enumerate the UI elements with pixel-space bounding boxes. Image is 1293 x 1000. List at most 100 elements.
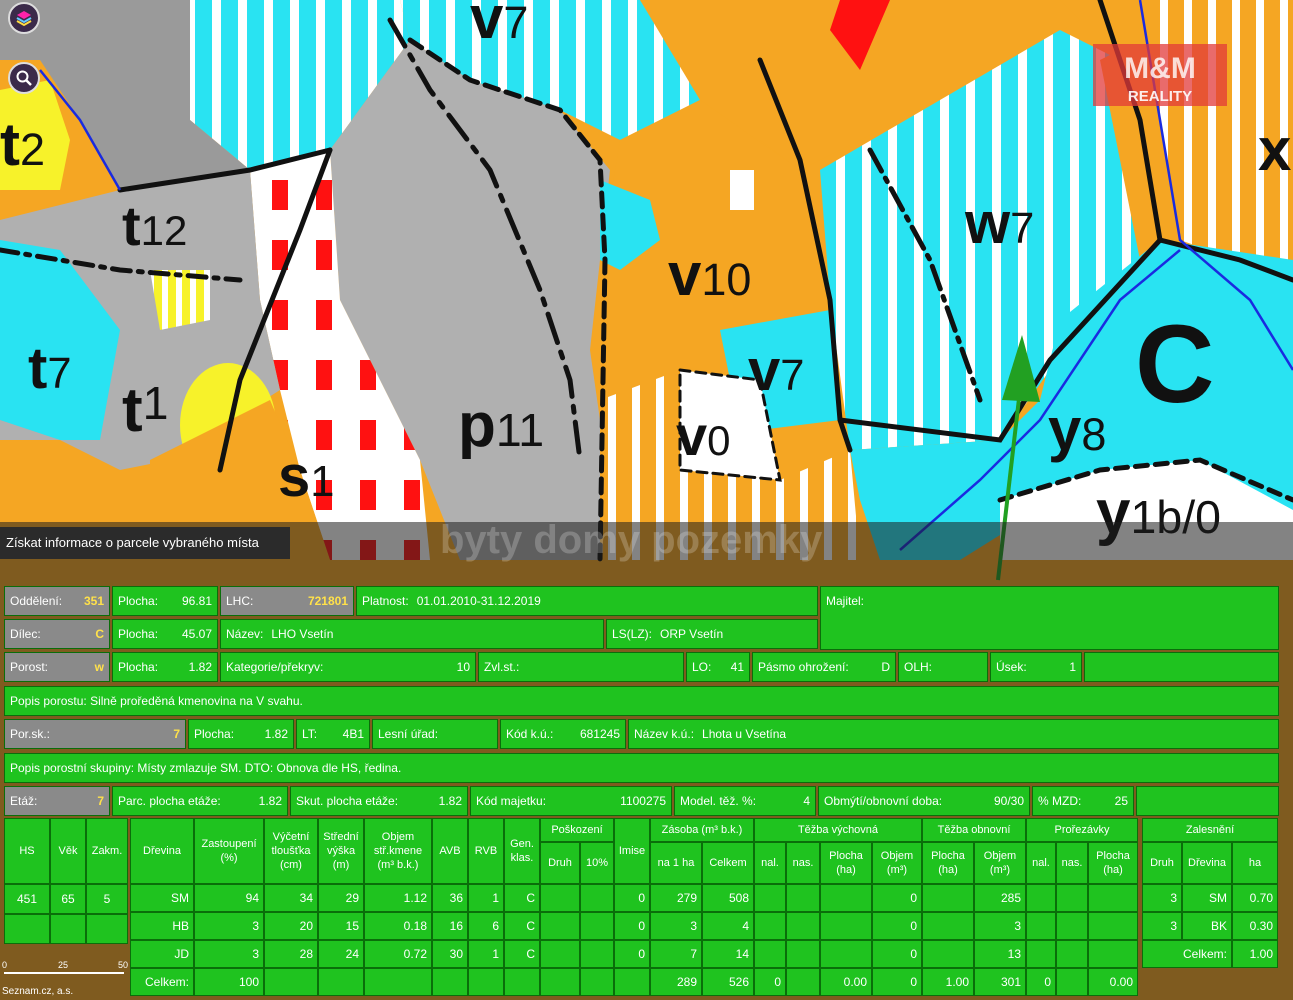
watermark-text: byty domy pozemky [440, 518, 823, 562]
etaz-cell: Etáž: 7 [4, 786, 110, 816]
row7-empty-cell [1136, 786, 1279, 816]
table-cell-tl: 28 [264, 940, 318, 968]
table-cell-ppl [1088, 940, 1138, 968]
platnost-cell: Platnost: 01.01.2010-31.12.2019 [356, 586, 818, 616]
table-cell-pnal [1026, 940, 1056, 968]
header-na1ha: na 1 ha [650, 842, 702, 884]
plocha-porost-cell: Plocha: 1.82 [112, 652, 218, 682]
table-cell-imise: 0 [614, 940, 650, 968]
layers-icon [16, 11, 32, 27]
table-cell-rvb: 1 [468, 940, 504, 968]
zalesneni-col-2: ha [1232, 842, 1278, 884]
table-cell-ppl [1088, 884, 1138, 912]
left-blank-2 [86, 914, 128, 944]
table-cell-avb: 36 [432, 884, 468, 912]
plocha-dilec-cell: Plocha: 45.07 [112, 619, 218, 649]
table-cell-tl: 34 [264, 884, 318, 912]
left-blank-1 [50, 914, 86, 944]
plocha-porsk-cell: Plocha: 1.82 [188, 719, 294, 749]
nazev-cell: Název: LHO Vsetín [220, 619, 604, 649]
header-oobj: Objem (m³) [974, 842, 1026, 884]
map-label-t12: t12 [122, 194, 188, 257]
table-cell-na1ha: 279 [650, 884, 702, 912]
zvl-st-cell: Zvl.st.: [478, 652, 684, 682]
table-cell-oobj: 3 [974, 912, 1026, 940]
table-cell-vnas [786, 940, 820, 968]
table-cell-obj: 0.18 [364, 912, 432, 940]
total-cell-vpl: 0.00 [820, 968, 872, 996]
popis-skupiny-cell: Popis porostní skupiny: Místy zmlazuje S… [4, 753, 1279, 783]
header-obj: Objem stř.kmene (m³ b.k.) [364, 818, 432, 884]
header-zasoba: Zásoba (m³ b.k.) [650, 818, 754, 842]
pasmo-cell: Pásmo ohrožení: D [752, 652, 896, 682]
zalesneni-total-label: Celkem: [1142, 940, 1232, 968]
total-cell-opl: 1.00 [922, 968, 974, 996]
zalesneni-drevina: BK [1182, 912, 1232, 940]
porsk-cell: Por.sk.: 7 [4, 719, 186, 749]
header-vnal: nal. [754, 842, 786, 884]
header-pnas: nas. [1056, 842, 1088, 884]
map-label-c: C [1135, 303, 1215, 426]
map-label-t2: t2 [0, 111, 46, 178]
table-cell-druh [540, 912, 580, 940]
map-label-v7-top: v7 [470, 0, 529, 51]
dilec-cell: Dílec: C [4, 619, 110, 649]
total-cell-obj [364, 968, 432, 996]
total-cell-pnas [1056, 968, 1088, 996]
table-cell-vobj: 0 [872, 940, 922, 968]
kod-ku-cell: Kód k.ú.: 681245 [500, 719, 626, 749]
total-cell-oobj: 301 [974, 968, 1026, 996]
zalesneni-ha: 0.30 [1232, 912, 1278, 940]
header-zast: Zastoupení (%) [194, 818, 264, 884]
table-cell-opl [922, 912, 974, 940]
total-cell-p10 [580, 968, 614, 996]
zalesneni-col-0: Druh [1142, 842, 1182, 884]
kategorie-cell: Kategorie/překryv: 10 [220, 652, 476, 682]
realty-logo: M&M REALITY [1093, 44, 1227, 106]
left-value-0: 451 [4, 884, 50, 914]
total-cell-celk: 526 [702, 968, 754, 996]
info-panel-title: Získat informace o parcele vybraného mís… [0, 527, 290, 559]
table-cell-drevina: HB [130, 912, 194, 940]
porost-cell: Porost: w [4, 652, 110, 682]
table-cell-pnal [1026, 912, 1056, 940]
zalesneni-header: Zalesnění [1142, 818, 1278, 842]
header-drevina: Dřevina [130, 818, 194, 884]
table-cell-vnal [754, 884, 786, 912]
header-vy: Střední výška (m) [318, 818, 364, 884]
total-cell-avb [432, 968, 468, 996]
total-cell-zast: 100 [194, 968, 264, 996]
table-cell-vnal [754, 940, 786, 968]
left-blank-0 [4, 914, 50, 944]
row3-empty-cell [1084, 652, 1279, 682]
map-label-p11: p11 [458, 391, 545, 460]
total-cell-pnal: 0 [1026, 968, 1056, 996]
table-cell-gen: C [504, 912, 540, 940]
zoom-button[interactable] [8, 62, 40, 94]
table-cell-obj: 0.72 [364, 940, 432, 968]
svg-text:REALITY: REALITY [1128, 88, 1192, 105]
header-poskozeni: Poškození [540, 818, 614, 842]
map-label-w7: w7 [965, 191, 1035, 256]
table-cell-opl [922, 884, 974, 912]
map-label-t7: t7 [28, 336, 72, 401]
plocha-oddeleni-cell: Plocha: 96.81 [112, 586, 218, 616]
nazev-ku-cell: Název k.ú.: Lhota u Vsetína [628, 719, 1279, 749]
ls-cell: LS(LZ): ORP Vsetín [606, 619, 818, 649]
map-scale: 0 25 50 Seznam.cz, a.s. [2, 960, 129, 997]
map-label-v7-small: v7 [748, 338, 805, 403]
left-header-1: Věk [50, 818, 86, 884]
lesni-urad-cell: Lesní úřad: [372, 719, 498, 749]
total-cell-na1ha: 289 [650, 968, 702, 996]
table-cell-vpl [820, 884, 872, 912]
table-cell-rvb: 1 [468, 884, 504, 912]
total-cell-ppl: 0.00 [1088, 968, 1138, 996]
zalesneni-druh: 3 [1142, 912, 1182, 940]
layers-button[interactable] [8, 2, 40, 34]
header-prorezavky: Prořezávky [1026, 818, 1138, 842]
parc-plocha-cell: Parc. plocha etáže: 1.82 [112, 786, 288, 816]
total-cell-gen [504, 968, 540, 996]
kod-majetku-cell: Kód majetku: 1100275 [470, 786, 672, 816]
header-opl: Plocha (ha) [922, 842, 974, 884]
table-cell-pnal [1026, 884, 1056, 912]
